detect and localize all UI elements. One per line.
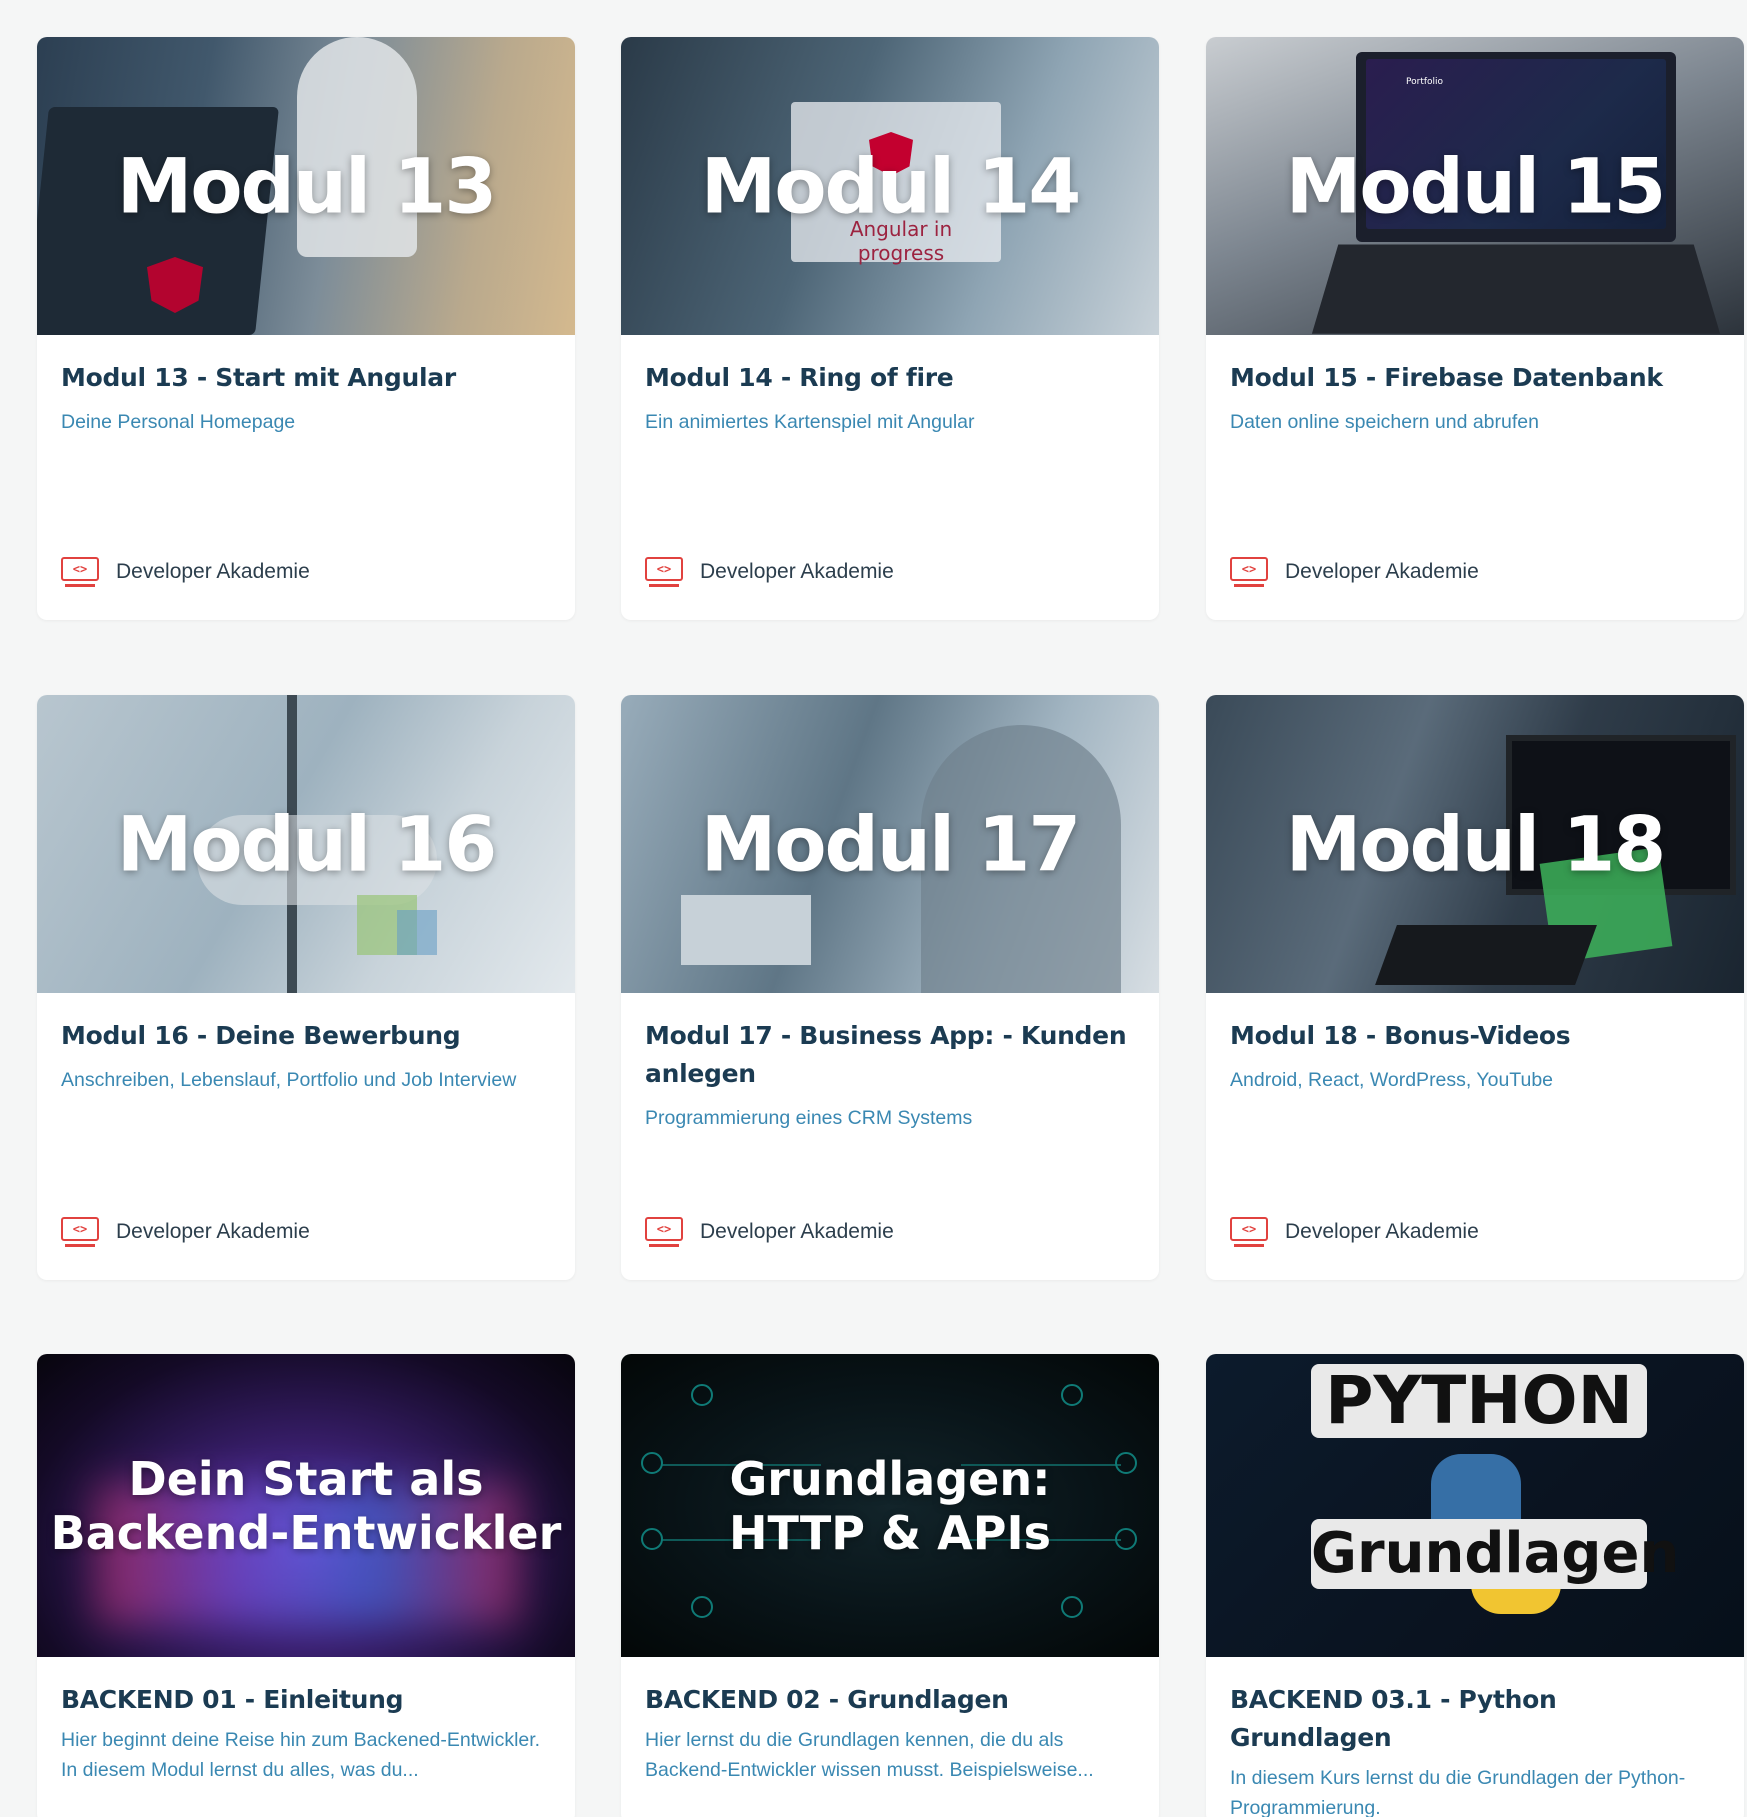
- course-author: <> Developer Akademie: [1230, 1217, 1479, 1247]
- code-monitor-icon: <>: [1230, 557, 1268, 587]
- course-grid: Modul 13 Modul 13 - Start mit Angular De…: [0, 0, 1747, 1817]
- author-name: Developer Akademie: [700, 1220, 894, 1243]
- course-card-modul-13[interactable]: Modul 13 Modul 13 - Start mit Angular De…: [37, 37, 575, 620]
- course-thumbnail[interactable]: Modul 18: [1206, 695, 1744, 993]
- course-title[interactable]: Modul 13 - Start mit Angular: [61, 359, 551, 397]
- course-subtitle: Anschreiben, Lebenslauf, Portfolio und J…: [61, 1069, 517, 1091]
- course-subtitle: Hier lernst du die Grundlagen kennen, di…: [645, 1729, 1094, 1781]
- screen-text: Portfolio: [1406, 77, 1444, 87]
- thumbnail-title: Modul 14: [700, 141, 1082, 231]
- thumbnail-title: Modul 13: [116, 141, 498, 231]
- course-subtitle: Ein animiertes Kartenspiel mit Angular: [645, 411, 975, 433]
- course-author: <> Developer Akademie: [1230, 557, 1479, 587]
- course-author: <> Developer Akademie: [645, 1217, 894, 1247]
- course-thumbnail[interactable]: Modul 13: [37, 37, 575, 335]
- thumbnail-title: Modul 16: [116, 799, 498, 889]
- thumbnail-title: Grundlagen: HTTP & APIs: [729, 1451, 1051, 1560]
- code-monitor-icon: <>: [61, 1217, 99, 1247]
- keyboard-shape: [1311, 244, 1721, 334]
- course-subtitle: Hier beginnt deine Reise hin zum Backene…: [61, 1729, 541, 1781]
- author-name: Developer Akademie: [116, 1220, 310, 1243]
- course-title[interactable]: Modul 18 - Bonus-Videos: [1230, 1017, 1720, 1055]
- author-name: Developer Akademie: [1285, 560, 1479, 583]
- course-thumbnail[interactable]: Modul 16: [37, 695, 575, 993]
- course-card-backend-01[interactable]: Dein Start als Backend-Entwickler BACKEN…: [37, 1354, 575, 1817]
- course-subtitle: Daten online speichern und abrufen: [1230, 411, 1539, 433]
- code-monitor-icon: <>: [1230, 1217, 1268, 1247]
- thumbnail-label-top: PYTHON: [1311, 1364, 1647, 1438]
- code-monitor-icon: <>: [645, 557, 683, 587]
- course-card-modul-17[interactable]: Modul 17 Modul 17 - Business App: - Kund…: [621, 695, 1159, 1280]
- thumbnail-label-bottom: Grundlagen: [1311, 1519, 1679, 1589]
- user-node-icon: [1061, 1596, 1083, 1618]
- course-subtitle: Programmierung eines CRM Systems: [645, 1107, 973, 1129]
- course-card-modul-15[interactable]: Portfolio Modul 15 Modul 15 - Firebase D…: [1206, 37, 1744, 620]
- thumbnail-title: Dein Start als Backend-Entwickler: [50, 1451, 562, 1560]
- course-title[interactable]: Modul 17 - Business App: - Kunden anlege…: [645, 1017, 1135, 1093]
- code-monitor-icon: <>: [645, 1217, 683, 1247]
- user-node-icon: [691, 1596, 713, 1618]
- course-card-modul-16[interactable]: Modul 16 Modul 16 - Deine Bewerbung Ansc…: [37, 695, 575, 1280]
- course-title[interactable]: Modul 15 - Firebase Datenbank: [1230, 359, 1720, 397]
- thumbnail-title: Modul 17: [700, 799, 1082, 889]
- course-author: <> Developer Akademie: [645, 557, 894, 587]
- course-card-backend-02[interactable]: Grundlagen: HTTP & APIs BACKEND 02 - Gru…: [621, 1354, 1159, 1817]
- course-card-modul-18[interactable]: Modul 18 Modul 18 - Bonus-Videos Android…: [1206, 695, 1744, 1280]
- course-thumbnail[interactable]: Modul 17: [621, 695, 1159, 993]
- course-title[interactable]: BACKEND 02 - Grundlagen: [645, 1681, 1135, 1719]
- course-title[interactable]: Modul 16 - Deine Bewerbung: [61, 1017, 551, 1055]
- user-node-icon: [691, 1384, 713, 1406]
- course-title[interactable]: Modul 14 - Ring of fire: [645, 359, 1135, 397]
- course-subtitle: Deine Personal Homepage: [61, 411, 296, 433]
- author-name: Developer Akademie: [1285, 1220, 1479, 1243]
- course-card-modul-14[interactable]: Angular in progress Modul 14 Modul 14 - …: [621, 37, 1159, 620]
- code-monitor-icon: <>: [61, 557, 99, 587]
- course-author: <> Developer Akademie: [61, 557, 310, 587]
- course-thumbnail[interactable]: Grundlagen: HTTP & APIs: [621, 1354, 1159, 1657]
- course-card-backend-03-1[interactable]: PYTHON Grundlagen BACKEND 03.1 - Python …: [1206, 1354, 1744, 1817]
- course-title[interactable]: BACKEND 03.1 - Python Grundlagen: [1230, 1681, 1720, 1757]
- thumbnail-title: Modul 18: [1285, 799, 1667, 889]
- thumbnail-title: Modul 15: [1285, 141, 1667, 231]
- course-thumbnail[interactable]: Portfolio Modul 15: [1206, 37, 1744, 335]
- course-author: <> Developer Akademie: [61, 1217, 310, 1247]
- author-name: Developer Akademie: [116, 560, 310, 583]
- course-thumbnail[interactable]: PYTHON Grundlagen: [1206, 1354, 1744, 1657]
- sticky-note-shape: [397, 910, 437, 955]
- course-subtitle: Android, React, WordPress, YouTube: [1230, 1069, 1554, 1091]
- course-subtitle: In diesem Kurs lernst du die Grundlagen …: [1230, 1767, 1686, 1817]
- user-node-icon: [1061, 1384, 1083, 1406]
- author-name: Developer Akademie: [700, 560, 894, 583]
- course-thumbnail[interactable]: Dein Start als Backend-Entwickler: [37, 1354, 575, 1657]
- course-title[interactable]: BACKEND 01 - Einleitung: [61, 1681, 551, 1719]
- keyboard-shape: [1375, 925, 1597, 985]
- course-thumbnail[interactable]: Angular in progress Modul 14: [621, 37, 1159, 335]
- laptop-shape: [681, 895, 811, 965]
